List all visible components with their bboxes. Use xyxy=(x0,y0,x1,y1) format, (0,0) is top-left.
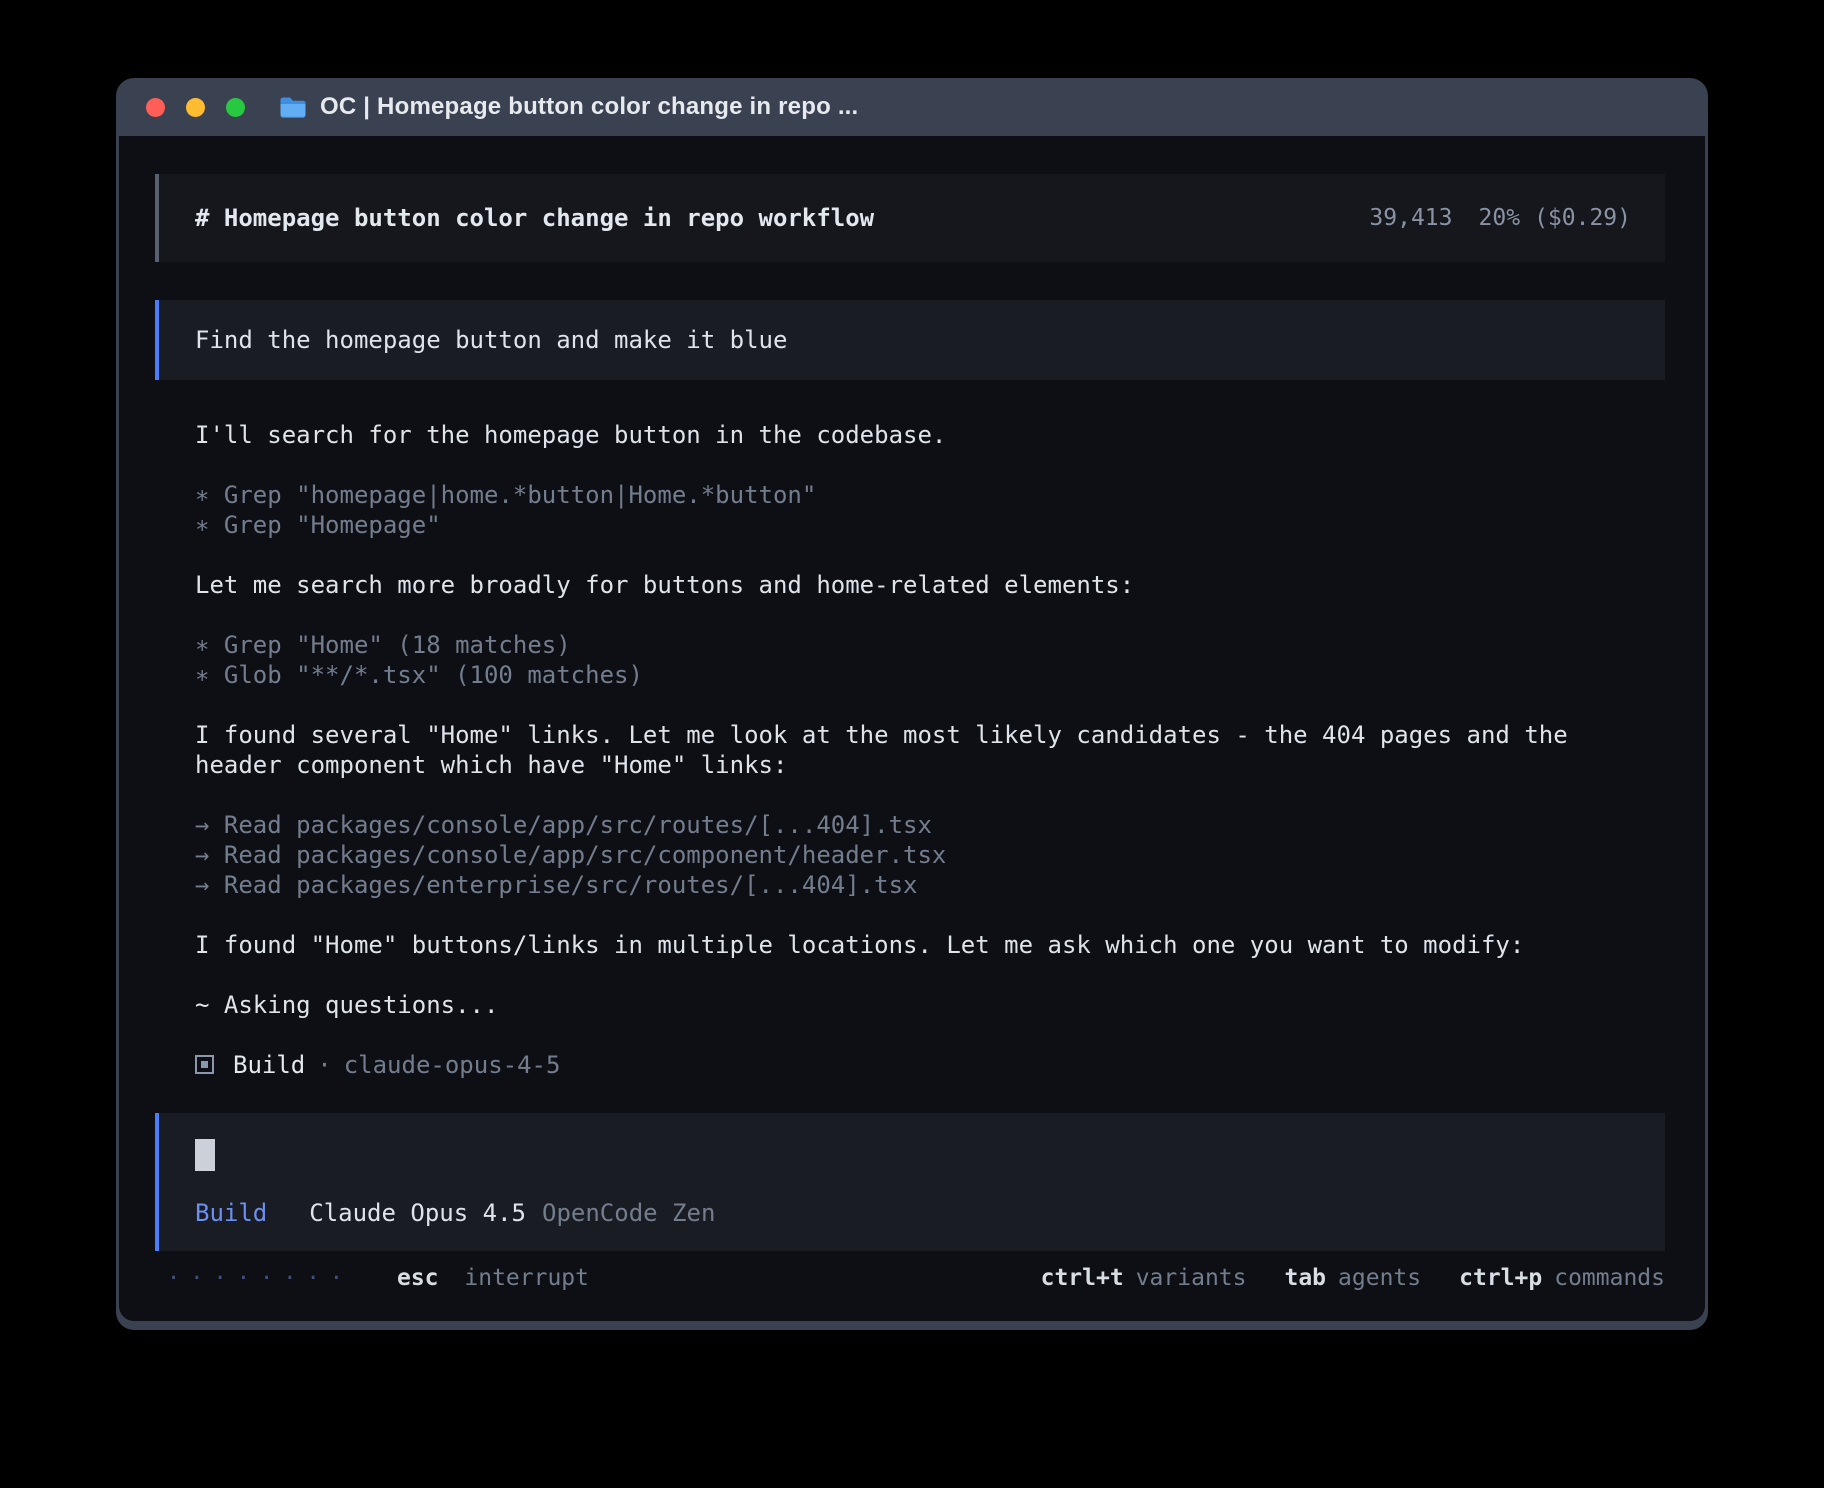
terminal-window: OC | Homepage button color change in rep… xyxy=(116,78,1708,1330)
context-percent: 20% xyxy=(1479,205,1521,231)
user-message: Find the homepage button and make it blu… xyxy=(155,300,1665,380)
mode-label[interactable]: Build xyxy=(195,1199,267,1227)
statusbar-shortcuts: ctrl+t variants tab agents ctrl+p commands xyxy=(1041,1265,1665,1291)
esc-key: esc xyxy=(397,1265,439,1291)
transcript-line: ~ Asking questions... xyxy=(195,990,1665,1020)
terminal-content: # Homepage button color change in repo w… xyxy=(119,136,1705,1321)
transcript-line xyxy=(195,600,1665,630)
shortcut-ctrl-p[interactable]: ctrl+p commands xyxy=(1459,1265,1665,1291)
transcript-line: Let me search more broadly for buttons a… xyxy=(195,570,1665,600)
text-cursor xyxy=(195,1139,215,1171)
shortcut-key: ctrl+p xyxy=(1459,1265,1542,1291)
transcript-line: ∗ Glob "**/*.tsx" (100 matches) xyxy=(195,660,1665,690)
square-dot-icon xyxy=(195,1055,214,1074)
provider-label: OpenCode Zen xyxy=(542,1199,715,1227)
shortcut-tab[interactable]: tab agents xyxy=(1284,1265,1421,1291)
transcript-line xyxy=(195,450,1665,480)
agent-name: Build xyxy=(233,1051,305,1079)
shortcut-label: variants xyxy=(1136,1265,1247,1291)
transcript-line xyxy=(195,900,1665,930)
agent-status-row: Build · claude-opus-4-5 xyxy=(155,1050,1665,1079)
minimize-button[interactable] xyxy=(186,98,205,117)
prompt-input[interactable]: Build Claude Opus 4.5 OpenCode Zen xyxy=(155,1113,1665,1251)
transcript-line xyxy=(195,960,1665,990)
title-group: OC | Homepage button color change in rep… xyxy=(279,93,858,121)
transcript-line: ∗ Grep "Homepage" xyxy=(195,510,1665,540)
transcript-line: I'll search for the homepage button in t… xyxy=(195,420,1665,450)
shortcut-key: tab xyxy=(1284,1265,1326,1291)
traffic-lights xyxy=(146,98,245,117)
session-stats: 39,413 20% ($0.29) xyxy=(1369,205,1631,231)
statusbar: ········ esc interrupt ctrl+t variants tab… xyxy=(155,1251,1665,1297)
transcript-line: → Read packages/console/app/src/routes/[… xyxy=(195,810,1665,840)
close-button[interactable] xyxy=(146,98,165,117)
token-count: 39,413 xyxy=(1369,205,1452,231)
transcript-line: → Read packages/console/app/src/componen… xyxy=(195,840,1665,870)
shortcut-key: ctrl+t xyxy=(1041,1265,1124,1291)
shortcut-ctrl-t[interactable]: ctrl+t variants xyxy=(1041,1265,1247,1291)
transcript-line xyxy=(195,540,1665,570)
session-title: # Homepage button color change in repo w… xyxy=(195,204,874,232)
transcript: I'll search for the homepage button in t… xyxy=(155,420,1665,1020)
agent-separator: · xyxy=(317,1051,331,1079)
session-cost: ($0.29) xyxy=(1534,205,1631,231)
transcript-line xyxy=(195,780,1665,810)
input-mode-row: Build Claude Opus 4.5 OpenCode Zen xyxy=(195,1199,1629,1227)
esc-interrupt[interactable]: esc interrupt xyxy=(397,1265,589,1291)
model-label[interactable]: Claude Opus 4.5 xyxy=(309,1199,526,1227)
transcript-line: I found "Home" buttons/links in multiple… xyxy=(195,930,1665,960)
transcript-line: ∗ Grep "homepage|home.*button|Home.*butt… xyxy=(195,480,1665,510)
window-title: OC | Homepage button color change in rep… xyxy=(320,93,858,121)
folder-icon xyxy=(279,96,307,119)
spinner-dots: ········ xyxy=(167,1266,353,1291)
esc-label: interrupt xyxy=(464,1265,589,1291)
maximize-button[interactable] xyxy=(226,98,245,117)
transcript-line xyxy=(195,690,1665,720)
transcript-line: ∗ Grep "Home" (18 matches) xyxy=(195,630,1665,660)
transcript-line: I found several "Home" links. Let me loo… xyxy=(195,720,1665,780)
shortcut-label: commands xyxy=(1554,1265,1665,1291)
transcript-line: → Read packages/enterprise/src/routes/[.… xyxy=(195,870,1665,900)
user-message-text: Find the homepage button and make it blu… xyxy=(195,326,787,354)
titlebar[interactable]: OC | Homepage button color change in rep… xyxy=(116,78,1708,136)
agent-model: claude-opus-4-5 xyxy=(344,1051,561,1079)
session-header: # Homepage button color change in repo w… xyxy=(155,174,1665,262)
shortcut-label: agents xyxy=(1338,1265,1421,1291)
